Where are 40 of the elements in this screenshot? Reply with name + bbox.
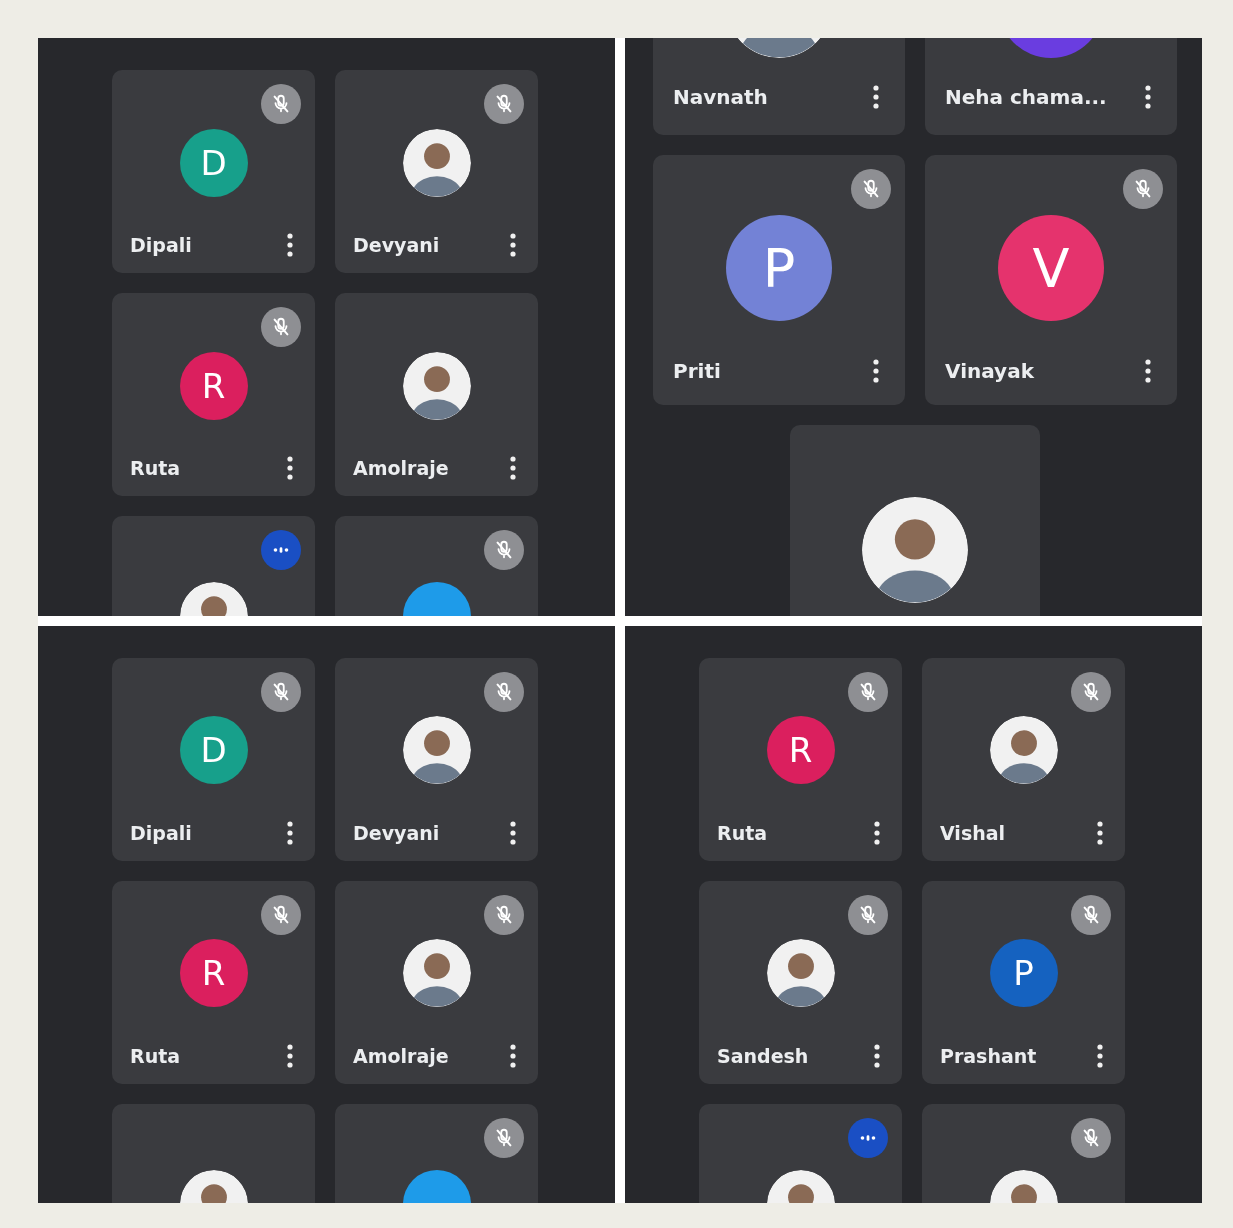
avatar-circle: D <box>179 128 248 197</box>
more-options-button[interactable] <box>872 818 882 847</box>
participant-name: Amolraje <box>353 457 449 479</box>
participant-name: Dipali <box>130 821 192 844</box>
participant-name: Devyani <box>353 821 440 844</box>
avatar-circle: R <box>179 939 248 1007</box>
more-options-button[interactable] <box>1143 357 1153 385</box>
more-options-button[interactable] <box>872 1041 882 1070</box>
participant-name: Ruta <box>717 821 768 844</box>
participant-name: Vinayak <box>945 359 1034 383</box>
participant-name: Prashant <box>940 1044 1037 1067</box>
more-options-button[interactable] <box>285 1041 295 1070</box>
participant-name: Navnath <box>673 85 768 109</box>
participant-name: Devyani <box>353 234 440 256</box>
more-options-button[interactable] <box>285 818 295 847</box>
avatar-circle: P <box>989 939 1058 1007</box>
more-options-button[interactable] <box>508 454 518 482</box>
more-options-button[interactable] <box>508 231 518 259</box>
participant-name: Vishal <box>940 821 1006 844</box>
more-options-button[interactable] <box>285 454 295 482</box>
participant-name: Neha chama... <box>945 85 1107 109</box>
more-options-button[interactable] <box>871 83 881 111</box>
participant-name: Dipali <box>130 234 192 256</box>
more-options-button[interactable] <box>508 1041 518 1070</box>
more-options-button[interactable] <box>1095 818 1105 847</box>
avatar-circle: R <box>766 716 835 784</box>
avatar-circle: V <box>998 215 1104 321</box>
participant-name: Sandesh <box>717 1044 809 1067</box>
avatar-circle: R <box>179 351 248 420</box>
participant-name: Priti <box>673 359 721 383</box>
avatar-circle: D <box>179 716 248 784</box>
more-options-button[interactable] <box>1095 1041 1105 1070</box>
participant-name: Ruta <box>130 457 181 479</box>
more-options-button[interactable] <box>871 357 881 385</box>
participant-name: Amolraje <box>353 1044 449 1067</box>
more-options-button[interactable] <box>1143 83 1153 111</box>
more-options-button[interactable] <box>285 231 295 259</box>
avatar-circle: P <box>726 215 832 321</box>
more-options-button[interactable] <box>508 818 518 847</box>
participant-name: Ruta <box>130 1044 181 1067</box>
